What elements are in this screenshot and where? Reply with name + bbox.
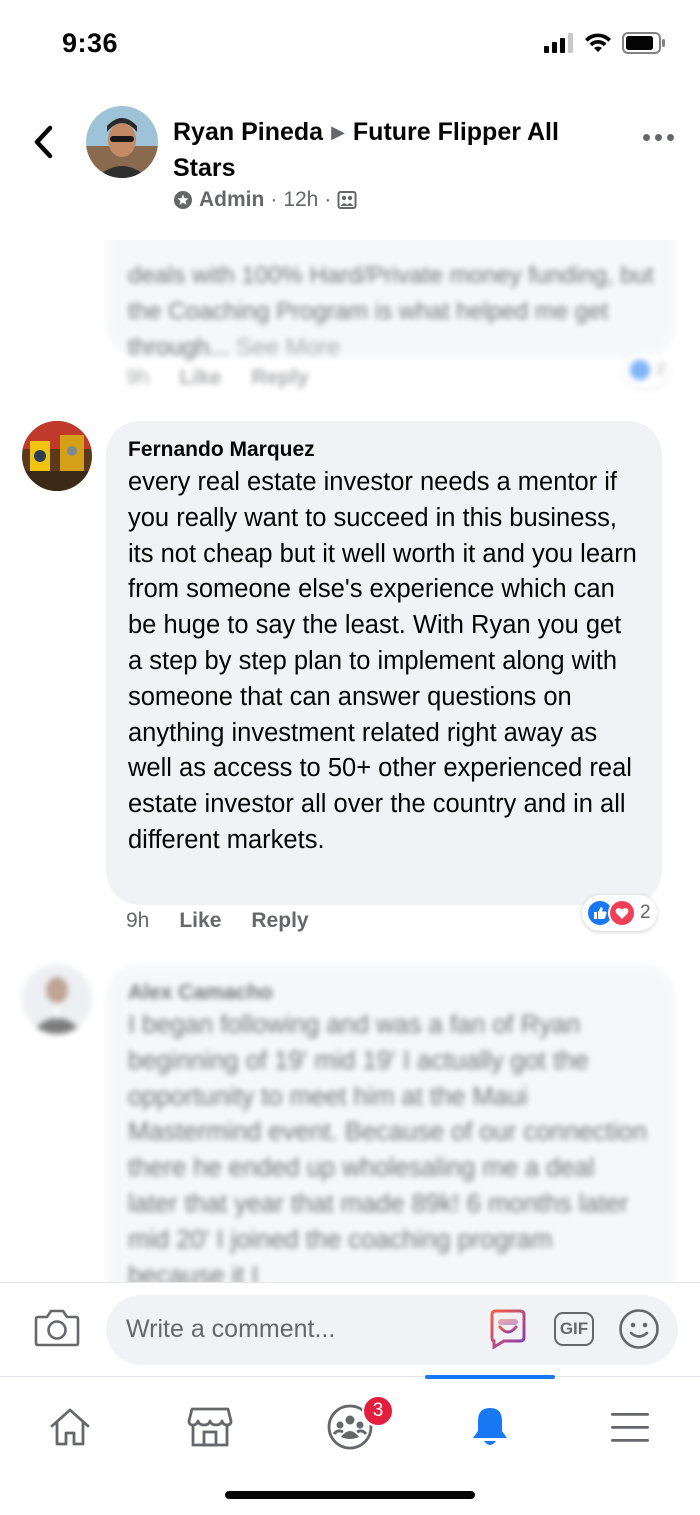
reaction-count: 2	[640, 902, 651, 923]
separator-dot: ·	[324, 188, 332, 211]
like-button[interactable]: Like	[179, 909, 221, 933]
reaction-summary[interactable]: 2	[582, 895, 657, 931]
status-bar: 9:36	[0, 0, 700, 90]
separator-dot: ·	[270, 188, 278, 211]
home-indicator[interactable]	[225, 1491, 475, 1499]
tab-marketplace[interactable]	[140, 1389, 280, 1465]
comment-text: deals with 100% Hard/Private money fundi…	[128, 262, 654, 361]
bottom-tab-bar: 3	[0, 1375, 700, 1515]
groups-badge: 3	[362, 1395, 394, 1427]
author-avatar[interactable]	[86, 106, 158, 178]
tab-notifications[interactable]	[420, 1389, 560, 1465]
menu-icon	[611, 1413, 649, 1442]
comment-composer: Write a comment... GIF	[0, 1282, 700, 1376]
more-dot	[655, 134, 662, 141]
comment-text: I began following and was a fan of Ryan …	[128, 1011, 647, 1282]
comment-text: every real estate investor needs a mento…	[128, 468, 637, 854]
tab-home[interactable]	[0, 1389, 140, 1465]
active-tab-indicator	[425, 1375, 555, 1379]
chevron-left-icon	[34, 125, 53, 159]
composer-actions: GIF	[486, 1307, 660, 1351]
home-icon	[50, 1408, 90, 1446]
battery-icon	[622, 32, 665, 54]
status-icons	[544, 32, 666, 54]
more-dot	[667, 134, 674, 141]
emoji-icon[interactable]	[618, 1308, 660, 1350]
commenter-avatar[interactable]	[22, 964, 92, 1034]
comment-bubble[interactable]: deals with 100% Hard/Private money fundi…	[106, 240, 676, 361]
author-name[interactable]: Ryan Pineda	[173, 118, 323, 146]
reaction-count: 2	[656, 361, 665, 378]
gif-button[interactable]: GIF	[554, 1312, 594, 1346]
wifi-icon	[585, 33, 611, 52]
more-dot	[643, 134, 650, 141]
avatar-sticker-icon[interactable]	[486, 1307, 530, 1351]
comment-bubble[interactable]: Fernando Marquez every real estate inves…	[106, 421, 662, 905]
admin-badge-icon	[174, 191, 192, 209]
reaction-summary[interactable]: 2	[624, 352, 669, 388]
more-options-button[interactable]	[643, 134, 674, 141]
see-more-link[interactable]: See More	[236, 334, 340, 361]
commenter-avatar[interactable]	[22, 421, 92, 491]
comment-placeholder: Write a comment...	[126, 1315, 336, 1343]
like-reaction-icon	[628, 358, 652, 382]
arrow-right-icon: ▶	[331, 122, 345, 142]
post-time[interactable]: 12h	[283, 188, 318, 212]
reply-button[interactable]: Reply	[251, 909, 308, 933]
commenter-name[interactable]: Fernando Marquez	[128, 435, 640, 465]
status-time: 9:36	[62, 28, 119, 58]
tab-groups[interactable]: 3	[280, 1389, 420, 1465]
commenter-name[interactable]: Alex Camacho	[128, 978, 654, 1008]
post-title: Ryan Pineda ▶ Future Flipper All Stars	[173, 114, 613, 186]
like-button[interactable]: Like	[179, 366, 221, 390]
camera-button[interactable]	[34, 1307, 80, 1352]
tab-menu[interactable]	[560, 1389, 700, 1465]
comment-time[interactable]: 9h	[126, 909, 149, 933]
group-members-icon	[337, 191, 357, 209]
comment-time[interactable]: 9h	[126, 366, 149, 390]
reply-button[interactable]: Reply	[251, 366, 308, 390]
post-meta: Admin · 12h ·	[173, 188, 357, 212]
comment-bubble[interactable]: Alex Camacho I began following and was a…	[106, 964, 676, 1282]
comment-actions: 9h Like Reply	[126, 909, 309, 933]
comments-list[interactable]: deals with 100% Hard/Private money fundi…	[0, 240, 700, 1282]
signal-icon	[544, 33, 573, 53]
love-reaction-icon	[608, 899, 636, 927]
back-button[interactable]	[26, 120, 60, 164]
gif-label: GIF	[559, 1319, 589, 1338]
camera-icon	[34, 1309, 80, 1347]
notifications-icon	[473, 1408, 507, 1445]
admin-label: Admin	[199, 188, 265, 211]
post-header: Ryan Pineda ▶ Future Flipper All Stars Adm…	[0, 90, 700, 240]
marketplace-icon	[187, 1407, 233, 1447]
comment-actions: 9h Like Reply	[126, 366, 309, 390]
